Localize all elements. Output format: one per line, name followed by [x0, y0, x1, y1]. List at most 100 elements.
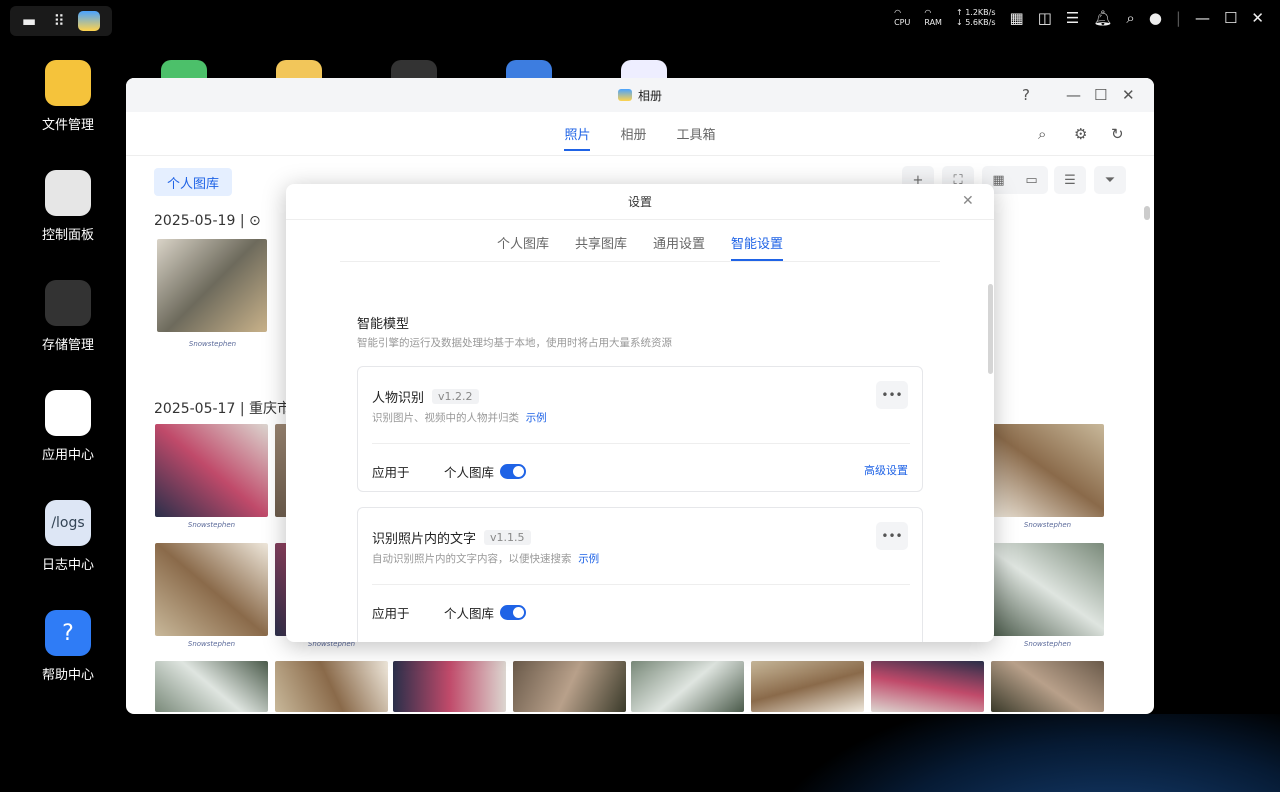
divider: |	[1175, 9, 1181, 27]
cpu-gauge[interactable]: ◠ CPU	[894, 8, 910, 28]
tab-general-settings[interactable]: 通用设置	[653, 233, 705, 261]
dock-item[interactable]: 存储管理	[30, 280, 106, 353]
bell-icon[interactable]: 🔔︎	[1093, 9, 1112, 27]
close-icon[interactable]: ✕	[1251, 9, 1264, 27]
photos-app-icon[interactable]	[78, 11, 100, 31]
model-name: 识别照片内的文字	[372, 532, 477, 547]
section-description: 智能引擎的运行及数据处理均基于本地，使用时将占用大量系统资源	[357, 337, 672, 349]
storage-icon	[45, 280, 91, 326]
taskbar-left: ▬ ⠿	[10, 6, 112, 36]
tab-toolbox[interactable]: 工具箱	[677, 124, 716, 151]
gear-icon[interactable]: ⚙	[1074, 125, 1087, 143]
dock-item-label: 应用中心	[41, 448, 94, 463]
close-button[interactable]: ✕	[1122, 86, 1135, 104]
dock-item[interactable]: 控制面板	[30, 170, 106, 243]
maximize-button[interactable]: ☐	[1094, 86, 1107, 104]
window-titlebar[interactable]: 相册	[126, 78, 1154, 112]
photo-thumbnail[interactable]	[991, 424, 1104, 517]
app-center-icon	[45, 390, 91, 436]
location-icon[interactable]: ⊙	[249, 213, 261, 229]
maximize-icon[interactable]: ☐	[1224, 9, 1237, 27]
library-toggle[interactable]	[500, 464, 527, 479]
task-list-icon[interactable]: ☰	[1066, 9, 1079, 27]
tab-photos[interactable]: 照片	[564, 124, 591, 151]
advanced-settings-link[interactable]: 高级设置	[864, 462, 908, 478]
tab-albums[interactable]: 相册	[620, 124, 646, 151]
dock-item[interactable]: 文件管理	[30, 60, 106, 133]
dock-item[interactable]: ? 帮助中心	[30, 610, 106, 683]
search-icon[interactable]: ⌕	[1126, 9, 1134, 27]
model-description: 识别图片、视频中的人物并归类	[372, 412, 519, 424]
tab-shared-library[interactable]: 共享图库	[575, 233, 627, 261]
photo-thumbnail[interactable]	[157, 239, 267, 332]
version-badge: v1.2.2	[432, 389, 479, 404]
dock-item-label: 文件管理	[41, 118, 94, 133]
folder-icon	[45, 60, 91, 106]
photo-thumbnail[interactable]	[991, 543, 1104, 636]
user-icon[interactable]: ●	[1149, 9, 1162, 27]
model-card-person-recognition: 人物识别 v1.2.2 识别图片、视频中的人物并归类 示例 ••• 应用于 个人图库…	[357, 366, 923, 492]
search-icon[interactable]: ⌕	[1038, 125, 1046, 143]
photo-thumbnail[interactable]	[513, 661, 626, 712]
watermark: Snowstephen	[1023, 640, 1072, 648]
photo-thumbnail[interactable]	[393, 661, 506, 712]
photo-thumbnail[interactable]	[871, 661, 984, 712]
version-badge: v1.1.5	[484, 530, 531, 545]
minimize-button[interactable]: —	[1066, 86, 1081, 104]
watermark: Snowstephen	[187, 521, 236, 529]
dialog-title: 设置	[286, 184, 994, 220]
network-speed: ↑ 1.2KB/s ↓ 5.6KB/s	[955, 8, 996, 27]
dock-item-label: 存储管理	[41, 338, 94, 353]
tab-personal-library[interactable]: 个人图库	[497, 233, 549, 261]
ram-gauge[interactable]: ◠ RAM	[924, 8, 942, 28]
library-label: 个人图库	[444, 465, 495, 480]
watermark: Snowstephen	[187, 640, 236, 648]
desktop-icon-peek	[161, 60, 207, 80]
example-link[interactable]: 示例	[578, 553, 599, 565]
monitor-globe-icon[interactable]: ◫	[1038, 9, 1052, 27]
dock-item-label: 日志中心	[41, 558, 94, 573]
watermark: Snowstephen	[188, 340, 237, 348]
system-tray: ◠ CPU ◠ RAM ↑ 1.2KB/s ↓ 5.6KB/s ▦ ◫ ☰ 🔔︎ ⌕ …	[894, 8, 1264, 28]
widgets-icon[interactable]: ▦	[1010, 9, 1024, 27]
dock-item[interactable]: /logs 日志中心	[30, 500, 106, 573]
divider	[372, 584, 910, 585]
date-group-header: 2025-05-17 | 重庆市	[154, 401, 291, 417]
dock-item[interactable]: 应用中心	[30, 390, 106, 463]
library-toggle[interactable]	[500, 605, 527, 620]
photo-thumbnail[interactable]	[275, 661, 388, 712]
more-options-button[interactable]: •••	[876, 522, 908, 550]
dock-item-label: 帮助中心	[41, 668, 94, 683]
app-grid-icon[interactable]: ⠿	[48, 12, 70, 30]
photo-thumbnail[interactable]	[631, 661, 744, 712]
apply-label: 应用于	[372, 606, 410, 621]
photo-thumbnail[interactable]	[155, 543, 268, 636]
tab-smart-settings[interactable]: 智能设置	[731, 233, 784, 261]
filter-icon[interactable]: ⏷	[1094, 166, 1126, 194]
divider	[372, 443, 910, 444]
list-icon[interactable]: ☰	[1054, 166, 1086, 194]
close-icon[interactable]: ✕	[962, 193, 974, 209]
library-label: 个人图库	[444, 606, 495, 621]
desktop-icon-peek	[391, 60, 437, 80]
scrollbar[interactable]	[1144, 206, 1150, 220]
photo-thumbnail[interactable]	[155, 424, 268, 517]
taskbar: ▬ ⠿ ◠ CPU ◠ RAM ↑ 1.2KB/s ↓ 5.6KB/s ▦ ◫ ☰ 🔔…	[0, 0, 1280, 42]
divider	[340, 261, 940, 262]
photo-thumbnail[interactable]	[751, 661, 864, 712]
minimize-icon[interactable]: —	[1195, 9, 1210, 27]
help-button[interactable]: ?	[1022, 86, 1030, 104]
scrollbar[interactable]	[988, 284, 993, 374]
desktop-icon[interactable]: ▬	[18, 12, 40, 30]
logs-icon: /logs	[45, 500, 91, 546]
folder-view-icon[interactable]: ▭	[1015, 173, 1048, 188]
example-link[interactable]: 示例	[526, 412, 547, 424]
photo-thumbnail[interactable]	[991, 661, 1104, 712]
more-options-button[interactable]: •••	[876, 381, 908, 409]
refresh-icon[interactable]: ↻	[1111, 125, 1124, 143]
desktop-icon-peek	[276, 60, 322, 80]
desktop-icon-peek	[506, 60, 552, 80]
photo-thumbnail[interactable]	[155, 661, 268, 712]
library-pill[interactable]: 个人图库	[154, 168, 232, 196]
window-title: 相册	[637, 88, 662, 103]
